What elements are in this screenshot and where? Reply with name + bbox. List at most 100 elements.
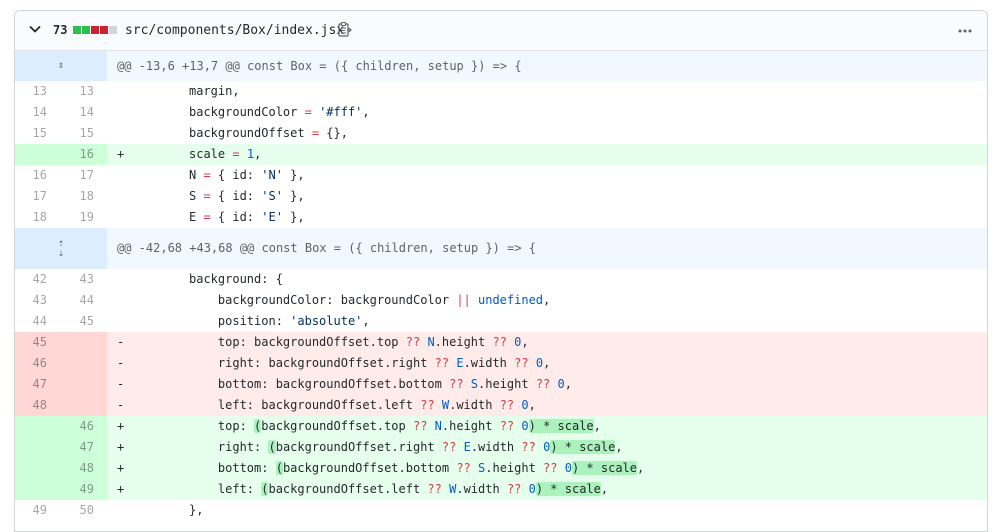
new-line-number[interactable]: 16 — [60, 144, 107, 165]
new-line-number[interactable]: 15 — [60, 123, 107, 144]
diff-line: 45 - top: backgroundOffset.top ?? N.heigh… — [15, 332, 987, 353]
diffstat-block — [109, 26, 117, 34]
file-path[interactable]: src/components/Box/index.jsx — [125, 21, 344, 40]
changes-count: 73 — [53, 23, 68, 37]
code-text: top: (backgroundOffset.top ?? N.height ?… — [189, 419, 601, 433]
old-line-number[interactable]: 18 — [15, 207, 60, 228]
code-line: background: { — [107, 269, 987, 290]
old-line-number[interactable] — [15, 458, 60, 479]
old-line-number[interactable]: 49 — [15, 500, 60, 521]
new-line-number[interactable]: 47 — [60, 437, 107, 458]
old-line-number[interactable]: 13 — [15, 81, 60, 102]
code-text: background: { — [189, 272, 283, 286]
diff-marker — [117, 500, 189, 521]
old-line-number[interactable] — [15, 144, 60, 165]
code-line: + scale = 1, — [107, 144, 987, 165]
hunk-header: ⇕ @@ -13,6 +13,7 @@ const Box = ({ childr… — [15, 51, 987, 81]
old-line-number[interactable]: 45 — [15, 332, 60, 353]
code-text: right: (backgroundOffset.right ?? E.widt… — [189, 440, 623, 454]
diff-marker — [117, 290, 189, 311]
old-line-number[interactable]: 44 — [15, 311, 60, 332]
expand-up-icon[interactable]: ⇡ — [15, 238, 107, 249]
diff-table: ⇕ @@ -13,6 +13,7 @@ const Box = ({ childr… — [15, 51, 987, 521]
diff-marker — [117, 165, 189, 186]
new-line-number[interactable] — [60, 395, 107, 416]
diff-marker: - — [117, 335, 125, 349]
new-line-number[interactable]: 17 — [60, 165, 107, 186]
new-line-number[interactable]: 46 — [60, 416, 107, 437]
new-line-number[interactable]: 45 — [60, 311, 107, 332]
code-line: + right: (backgroundOffset.right ?? E.wi… — [107, 437, 987, 458]
old-line-number[interactable]: 17 — [15, 186, 60, 207]
code-line: + left: (backgroundOffset.left ?? W.widt… — [107, 479, 987, 500]
diff-marker: + — [117, 440, 125, 454]
old-line-number[interactable]: 16 — [15, 165, 60, 186]
expand-button[interactable]: ⇡ ⇣ — [15, 228, 107, 269]
new-line-number[interactable] — [60, 332, 107, 353]
new-line-number[interactable]: 48 — [60, 458, 107, 479]
code-line: - right: backgroundOffset.right ?? E.wid… — [107, 353, 987, 374]
old-line-number[interactable]: 15 — [15, 123, 60, 144]
diff-line: 15 15 backgroundOffset = {}, — [15, 123, 987, 144]
code-text: bottom: backgroundOffset.bottom ?? S.hei… — [189, 377, 572, 391]
chevron-down-icon[interactable] — [27, 21, 43, 37]
diff-file: 73 src/components/Box/index.jsx ⇕ @@ -13,… — [14, 10, 988, 532]
old-line-number[interactable] — [15, 416, 60, 437]
diff-line: 14 14 backgroundColor = '#fff', — [15, 102, 987, 123]
code-text: margin, — [189, 84, 240, 98]
old-line-number[interactable]: 46 — [15, 353, 60, 374]
old-line-number[interactable]: 43 — [15, 290, 60, 311]
diffstat-block — [91, 26, 99, 34]
new-line-number[interactable]: 50 — [60, 500, 107, 521]
expand-button[interactable]: ⇕ — [15, 51, 107, 81]
diffstat — [73, 26, 117, 34]
new-line-number[interactable]: 13 — [60, 81, 107, 102]
diff-line: 42 43 background: { — [15, 269, 987, 290]
expand-down-icon[interactable]: ⇣ — [15, 248, 107, 259]
code-text: bottom: (backgroundOffset.bottom ?? S.he… — [189, 461, 645, 475]
new-line-number[interactable]: 43 — [60, 269, 107, 290]
diff-line: 47 - bottom: backgroundOffset.bottom ?? S… — [15, 374, 987, 395]
file-header: 73 src/components/Box/index.jsx — [15, 11, 987, 51]
diff-marker — [117, 311, 189, 332]
diff-line: 49 + left: (backgroundOffset.left ?? W.wi… — [15, 479, 987, 500]
hunk-header-text: @@ -13,6 +13,7 @@ const Box = ({ childre… — [107, 51, 987, 81]
old-line-number[interactable] — [15, 479, 60, 500]
old-line-number[interactable]: 47 — [15, 374, 60, 395]
old-line-number[interactable]: 14 — [15, 102, 60, 123]
kebab-horizontal-icon[interactable] — [957, 23, 973, 39]
code-text: right: backgroundOffset.right ?? E.width… — [189, 356, 551, 370]
clipboard-icon[interactable] — [337, 21, 353, 39]
code-text: backgroundOffset = {}, — [189, 126, 348, 140]
code-line: + top: (backgroundOffset.top ?? N.height… — [107, 416, 987, 437]
old-line-number[interactable]: 42 — [15, 269, 60, 290]
diff-marker: + — [117, 147, 125, 161]
code-line: backgroundColor: backgroundColor || unde… — [107, 290, 987, 311]
code-text: backgroundColor = '#fff', — [189, 105, 370, 119]
new-line-number[interactable]: 14 — [60, 102, 107, 123]
code-line: - bottom: backgroundOffset.bottom ?? S.h… — [107, 374, 987, 395]
code-line: - top: backgroundOffset.top ?? N.height … — [107, 332, 987, 353]
old-line-number[interactable]: 48 — [15, 395, 60, 416]
diff-marker — [117, 81, 189, 102]
code-text: E = { id: 'E' }, — [189, 210, 305, 224]
code-text: top: backgroundOffset.top ?? N.height ??… — [189, 335, 529, 349]
diff-line: 48 + bottom: (backgroundOffset.bottom ?? … — [15, 458, 987, 479]
code-text: position: 'absolute', — [189, 314, 370, 328]
old-line-number[interactable] — [15, 437, 60, 458]
code-line: E = { id: 'E' }, — [107, 207, 987, 228]
diff-line: 44 45 position: 'absolute', — [15, 311, 987, 332]
diff-line: 17 18 S = { id: 'S' }, — [15, 186, 987, 207]
diff-marker: - — [117, 377, 125, 391]
new-line-number[interactable] — [60, 353, 107, 374]
diff-line: 43 44 backgroundColor: backgroundColor ||… — [15, 290, 987, 311]
new-line-number[interactable]: 18 — [60, 186, 107, 207]
new-line-number[interactable]: 44 — [60, 290, 107, 311]
new-line-number[interactable] — [60, 374, 107, 395]
new-line-number[interactable]: 19 — [60, 207, 107, 228]
expand-icon[interactable]: ⇕ — [15, 61, 107, 71]
new-line-number[interactable]: 49 — [60, 479, 107, 500]
hunk-header: ⇡ ⇣ @@ -42,68 +43,68 @@ const Box = ({ chi… — [15, 228, 987, 269]
code-text: N = { id: 'N' }, — [189, 168, 305, 182]
code-line: N = { id: 'N' }, — [107, 165, 987, 186]
